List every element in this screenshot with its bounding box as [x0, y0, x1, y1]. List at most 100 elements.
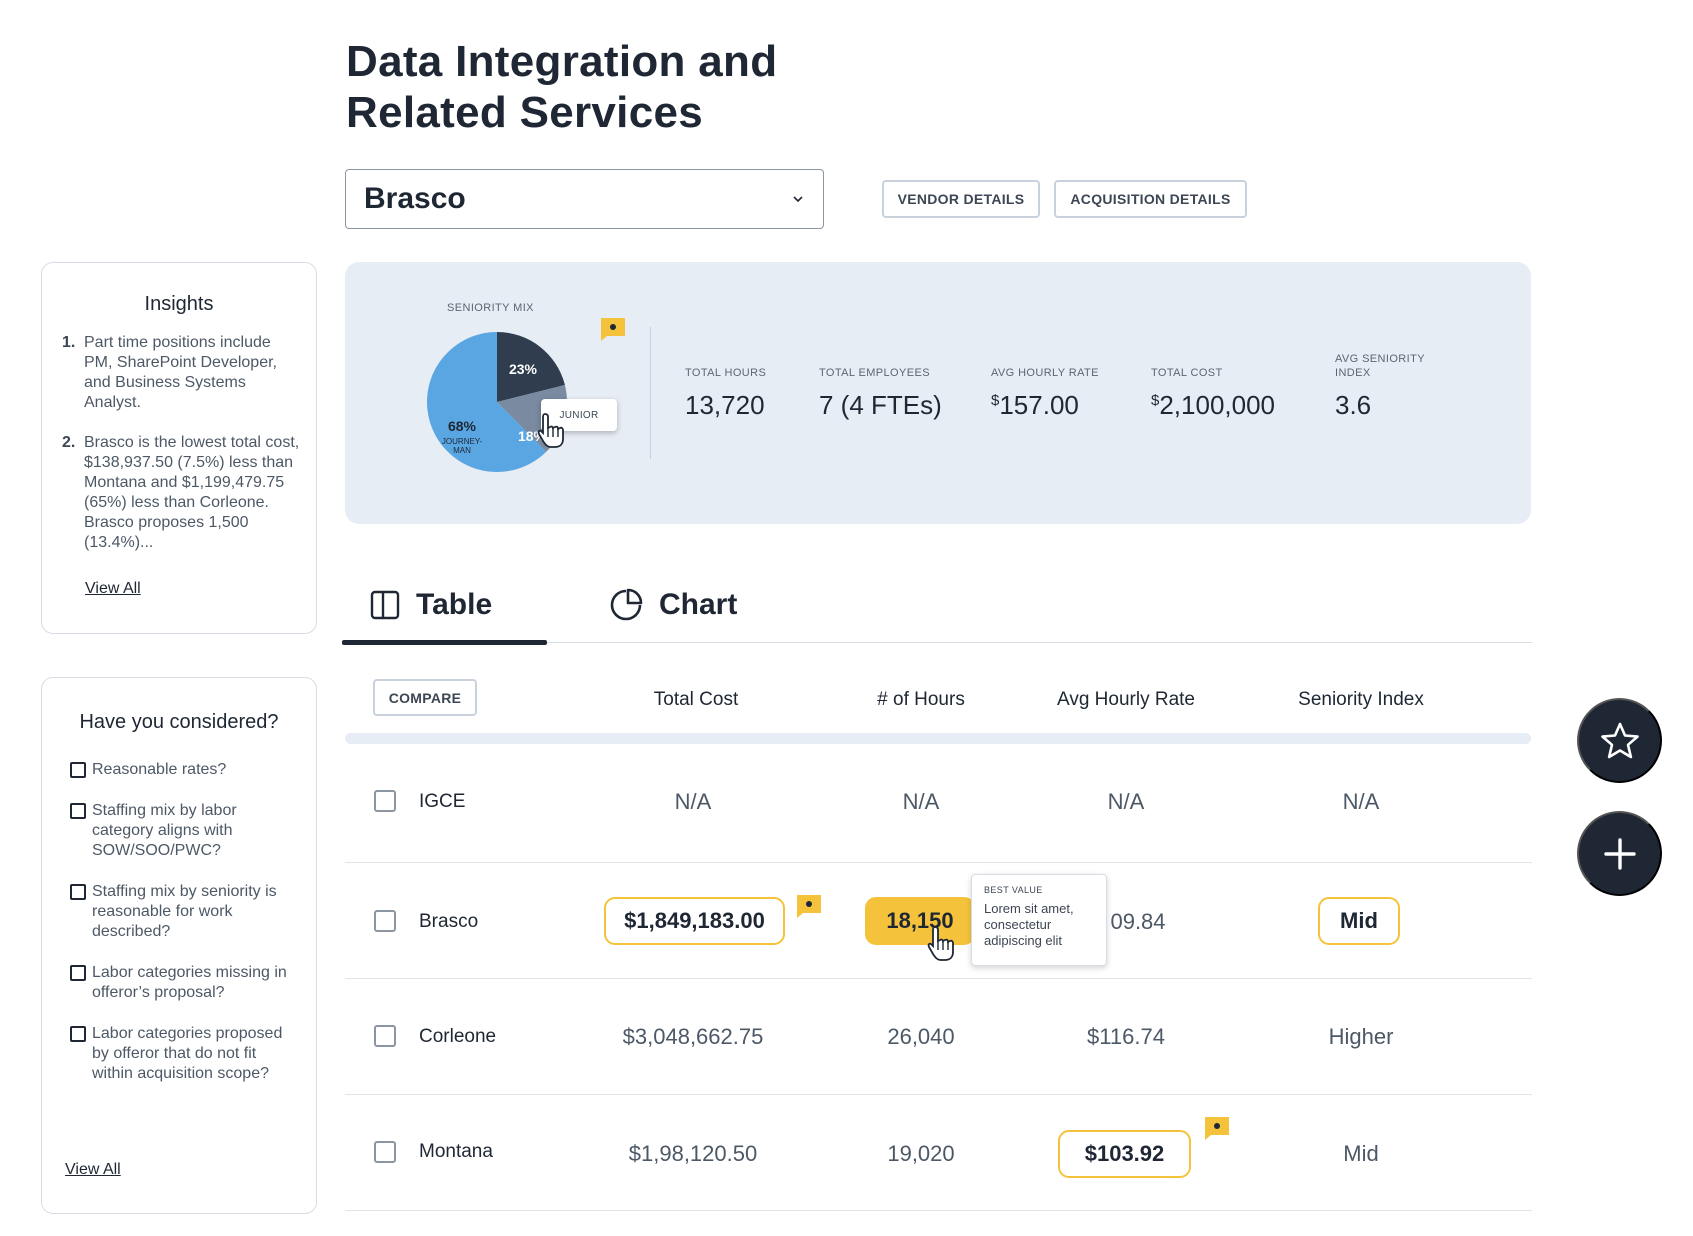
cell-avg-hourly-rate: N/A	[1107, 789, 1145, 814]
row-checkbox[interactable]	[374, 910, 396, 932]
stat-number: 7 (4 FTEs)	[819, 390, 942, 420]
considered-checkbox[interactable]	[70, 803, 86, 819]
considered-checkbox[interactable]	[70, 884, 86, 900]
insight-item: 1. Part time positions include PM, Share…	[62, 333, 302, 413]
highlight-pill-seniority[interactable]: Mid	[1318, 897, 1400, 945]
best-value-tooltip: BEST VALUE Lorem sit amet, consectetur a…	[971, 874, 1107, 966]
stat-number: 3.6	[1335, 390, 1372, 420]
cell-avg-hourly-rate: 09.84	[1110, 909, 1166, 934]
row-checkbox[interactable]	[374, 790, 396, 812]
row-vendor-name: IGCE	[419, 791, 466, 812]
cell-total-cost: N/A	[674, 789, 712, 814]
insights-title: Insights	[144, 293, 214, 315]
considered-item: Labor categories missing in offeror’s pr…	[70, 963, 300, 1003]
pie-label-journeyman: 68%	[448, 418, 477, 434]
cell-seniority-index: Higher	[1328, 1024, 1394, 1049]
columns-icon	[370, 590, 400, 620]
vendor-select[interactable]: Brasco	[345, 169, 824, 229]
seniority-mix-label: SENIORITY MIX	[447, 302, 534, 314]
tooltip-title: BEST VALUE	[984, 885, 1043, 895]
cell-seniority-index: Mid	[1343, 1141, 1379, 1166]
insights-list: 1. Part time positions include PM, Share…	[62, 333, 302, 573]
stat-label-line-2: INDEX	[1335, 367, 1371, 379]
hand-cursor-icon	[927, 926, 954, 961]
row-checkbox[interactable]	[374, 1025, 396, 1047]
stat-value: 3.6	[1335, 390, 1425, 421]
stat-number: 2,100,000	[1159, 390, 1276, 420]
stat-total-employees: TOTAL EMPLOYEES 7 (4 FTEs)	[819, 366, 942, 421]
comment-icon[interactable]	[794, 892, 824, 920]
stat-total-cost: TOTAL COST $2,100,000	[1151, 366, 1275, 421]
stat-avg-seniority-index: AVG SENIORITY INDEX 3.6	[1335, 352, 1425, 421]
row-checkbox[interactable]	[374, 1141, 396, 1163]
stat-total-hours: TOTAL HOURS 13,720	[685, 366, 766, 421]
tab-table[interactable]: Table	[370, 585, 492, 625]
tab-chart[interactable]: Chart	[609, 585, 737, 625]
considered-item-label: Reasonable rates?	[92, 761, 227, 778]
stat-prefix: $	[991, 392, 1000, 409]
considered-item-label: Labor categories missing in offeror’s pr…	[92, 964, 287, 1001]
vendor-details-button[interactable]: VENDOR DETAILS	[882, 180, 1040, 218]
insight-text: Brasco is the lowest total cost, $138,93…	[84, 434, 300, 551]
stat-avg-hourly-rate: AVG HOURLY RATE $157.00	[991, 366, 1099, 421]
cell-hours: 26,040	[887, 1024, 955, 1049]
insight-text: Part time positions include PM, SharePoi…	[84, 334, 277, 411]
considered-checkbox[interactable]	[70, 965, 86, 981]
comment-icon[interactable]	[598, 315, 628, 343]
cell-avg-hourly-rate: $116.74	[1087, 1024, 1165, 1049]
add-button[interactable]	[1577, 811, 1662, 896]
column-header-hours[interactable]: # of Hours	[877, 689, 965, 711]
considered-item: Staffing mix by seniority is reasonable …	[70, 882, 300, 942]
stat-value: 7 (4 FTEs)	[819, 390, 942, 421]
stat-number: 157.00	[999, 390, 1079, 420]
chevron-down-icon	[793, 196, 803, 203]
insights-card: Insights 1. Part time positions include …	[41, 262, 317, 634]
pie-sublabel-journeyman-2: MAN	[453, 446, 471, 455]
page-title: Data Integration and Related Services	[346, 37, 778, 137]
star-icon	[1600, 722, 1639, 758]
table-header-bar	[345, 733, 1531, 744]
cell-hours: N/A	[902, 789, 940, 814]
pie-chart-icon	[610, 588, 643, 621]
considered-card: Have you considered? Reasonable rates? S…	[41, 677, 317, 1214]
tab-table-label: Table	[416, 588, 493, 621]
acquisition-details-button[interactable]: ACQUISITION DETAILS	[1054, 180, 1247, 218]
cell-hours: 19,020	[887, 1141, 955, 1166]
row-divider	[345, 978, 1532, 979]
insight-item: 2. Brasco is the lowest total cost, $138…	[62, 433, 302, 553]
cell-total-cost: $3,048,662.75	[622, 1024, 764, 1049]
considered-list: Reasonable rates? Staffing mix by labor …	[70, 760, 300, 1105]
summary-divider	[650, 327, 651, 459]
favorite-button[interactable]	[1577, 698, 1662, 783]
cell-seniority-index: N/A	[1342, 789, 1380, 814]
considered-item-label: Staffing mix by labor category aligns wi…	[92, 802, 237, 859]
stat-value: $2,100,000	[1151, 390, 1275, 421]
stat-label: AVG SENIORITY	[1335, 353, 1425, 365]
cell-total-cost: $1,98,120.50	[628, 1141, 758, 1166]
column-header-seniority-index[interactable]: Seniority Index	[1298, 689, 1424, 711]
stat-number: 13,720	[685, 390, 765, 420]
vendor-select-value: Brasco	[364, 182, 466, 215]
stat-label: TOTAL HOURS	[685, 367, 767, 379]
considered-item: Staffing mix by labor category aligns wi…	[70, 801, 300, 861]
comment-icon[interactable]	[1202, 1114, 1232, 1142]
insight-number: 1.	[62, 334, 76, 351]
plus-icon	[1603, 837, 1636, 870]
column-header-avg-hourly-rate[interactable]: Avg Hourly Rate	[1057, 689, 1195, 711]
highlight-pill-total-cost[interactable]: $1,849,183.00	[604, 897, 785, 945]
considered-item-label: Labor categories proposed by offeror tha…	[92, 1025, 283, 1082]
considered-title: Have you considered?	[79, 711, 279, 733]
tab-chart-label: Chart	[659, 588, 738, 621]
compare-button[interactable]: COMPARE	[373, 679, 477, 716]
stat-label: TOTAL COST	[1151, 367, 1223, 379]
hand-cursor-icon	[537, 413, 564, 448]
considered-checkbox[interactable]	[70, 762, 86, 778]
row-divider	[345, 1094, 1532, 1095]
stat-value: 13,720	[685, 390, 766, 421]
highlight-pill-avg-hourly-rate[interactable]: $103.92	[1058, 1130, 1191, 1178]
insights-view-all-link[interactable]: View All	[85, 580, 141, 598]
considered-checkbox[interactable]	[70, 1026, 86, 1042]
stat-label: AVG HOURLY RATE	[991, 367, 1099, 379]
column-header-total-cost[interactable]: Total Cost	[654, 689, 738, 711]
considered-view-all-link[interactable]: View All	[65, 1161, 121, 1179]
